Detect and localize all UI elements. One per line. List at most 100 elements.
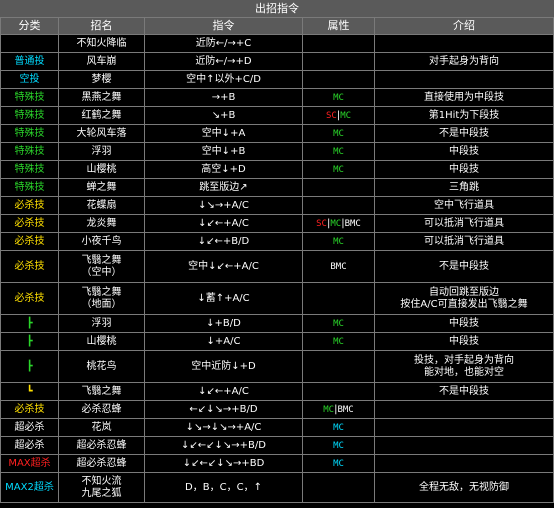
move-name: 花岚 [58,418,145,437]
move-command: ↘+B [144,106,303,125]
move-command: 高空↓+D [144,160,303,179]
move-attribute [302,70,375,89]
move-attribute [302,52,375,71]
move-name: 超必杀忍蜂 [58,454,145,473]
attribute-tag: MC [333,458,344,469]
move-command: ↓↘→+A/C [144,196,303,215]
move-category: 特殊技 [0,106,59,125]
move-attribute [302,472,375,503]
move-category: ┣ [0,314,59,333]
move-name: 梦樱 [58,70,145,89]
attribute-tag: BMC [344,218,361,229]
move-command: ↓↘→↓↘→+A/C [144,418,303,437]
move-row: 必杀技 花蝶扇 ↓↘→+A/C 空中飞行道具 [0,196,554,215]
move-attribute: SC|MC [302,106,375,125]
attribute-tag: SC [325,110,337,121]
move-category: 超必杀 [0,418,59,437]
attribute-tag: MC [333,336,344,347]
move-description [374,418,554,437]
header-row: 分类 招名 指令 属性 介绍 [0,17,554,35]
move-description [374,70,554,89]
move-category: 必杀技 [0,250,59,283]
attribute-tag: MC [340,110,352,121]
move-category: MAX超杀 [0,454,59,473]
move-command: ↓蓄↑+A/C [144,282,303,315]
move-description: 中段技 [374,160,554,179]
move-command: 空中↓+A [144,124,303,143]
move-category: 特殊技 [0,178,59,197]
move-description: 三角跳 [374,178,554,197]
move-attribute: BMC [302,250,375,283]
move-attribute: MC [302,160,375,179]
move-command: 空中近防↓+D [144,350,303,383]
move-row: 超必杀 花岚 ↓↘→↓↘→+A/C MC [0,418,554,437]
move-row: ┗ 飞翳之舞 ↓↙←+A/C 不是中段技 [0,382,554,401]
move-rows: 不知火降临 近防←/→+C 普通投 风车崩 近防←/→+D 对手起身为背向 空投 梦樱 空中↑以… [0,34,554,503]
move-row: 必杀技 飞翳之舞 （地面） ↓蓄↑+A/C 自动回跳至版边 按住A/C可直接发出飞翳之舞 [0,282,554,315]
move-description: 投技，对手起身为背向 能对地，也能对空 [374,350,554,383]
move-category: 普通投 [0,52,59,71]
move-description [374,34,554,53]
move-category: 特殊技 [0,88,59,107]
move-description: 直接使用为中段技 [374,88,554,107]
move-command: 空中↑以外+C/D [144,70,303,89]
move-row: 特殊技 黑燕之舞 →+B MC 直接使用为中段技 [0,88,554,107]
move-description: 中段技 [374,332,554,351]
move-description [374,436,554,455]
attribute-tag: MC [333,236,344,247]
move-category: MAX2超杀 [0,472,59,503]
move-row: 必杀技 龙炎舞 ↓↙←+A/C SC|MC|BMC 可以抵消飞行道具 [0,214,554,233]
move-command: 空中↓+B [144,142,303,161]
header-move-name: 招名 [58,17,145,35]
move-description: 中段技 [374,142,554,161]
move-attribute: MC [302,142,375,161]
attribute-tag: MC [333,440,344,451]
move-description: 对手起身为背向 [374,52,554,71]
move-category: 必杀技 [0,232,59,251]
move-attribute [302,350,375,383]
move-row: 不知火降临 近防←/→+C [0,34,554,53]
attribute-tag: MC [333,92,344,103]
move-attribute [302,34,375,53]
move-command: ↓↙←↙↓↘→+BD [144,454,303,473]
move-row: ┣ 桃花鸟 空中近防↓+D 投技，对手起身为背向 能对地，也能对空 [0,350,554,383]
move-description: 第1Hit为下段技 [374,106,554,125]
move-name: 不知火流 九尾之狐 [58,472,145,503]
move-row: 必杀技 飞翳之舞 （空中） 空中↓↙←+A/C BMC 不是中段技 [0,250,554,283]
move-attribute [302,382,375,401]
move-name: 不知火降临 [58,34,145,53]
move-command: ↓↙←↙↓↘→+B/D [144,436,303,455]
move-category: ┣ [0,350,59,383]
attribute-tag: MC [333,422,344,433]
move-command: ↓↙←+B/D [144,232,303,251]
move-description: 不是中段技 [374,124,554,143]
move-row: 特殊技 大轮风车落 空中↓+A MC 不是中段技 [0,124,554,143]
attribute-tag: MC [330,218,342,229]
attribute-tag: MC [333,318,344,329]
move-row: 特殊技 浮羽 空中↓+B MC 中段技 [0,142,554,161]
move-name: 红鹤之舞 [58,106,145,125]
move-row: MAX2超杀 不知火流 九尾之狐 D，B，C，C，↑ 全程无敌，无视防御 [0,472,554,503]
move-name: 飞翳之舞 [58,382,145,401]
move-row: ┣ 山樱桃 ↓+A/C MC 中段技 [0,332,554,351]
move-command: 近防←/→+C [144,34,303,53]
move-category: 特殊技 [0,160,59,179]
header-attribute: 属性 [302,17,375,35]
move-description: 可以抵消飞行道具 [374,232,554,251]
move-attribute: MC [302,454,375,473]
move-category: 必杀技 [0,400,59,419]
move-description [374,400,554,419]
attribute-tag: SC [316,218,327,229]
move-name: 大轮风车落 [58,124,145,143]
move-attribute: MC [302,418,375,437]
move-name: 必杀忍蜂 [58,400,145,419]
move-category: 必杀技 [0,196,59,215]
move-description [374,454,554,473]
move-attribute: MC [302,232,375,251]
move-name: 蝉之舞 [58,178,145,197]
attribute-tag: MC [323,404,335,415]
move-category: 必杀技 [0,214,59,233]
header-command: 指令 [144,17,303,35]
move-name: 浮羽 [58,142,145,161]
move-category: ┣ [0,332,59,351]
